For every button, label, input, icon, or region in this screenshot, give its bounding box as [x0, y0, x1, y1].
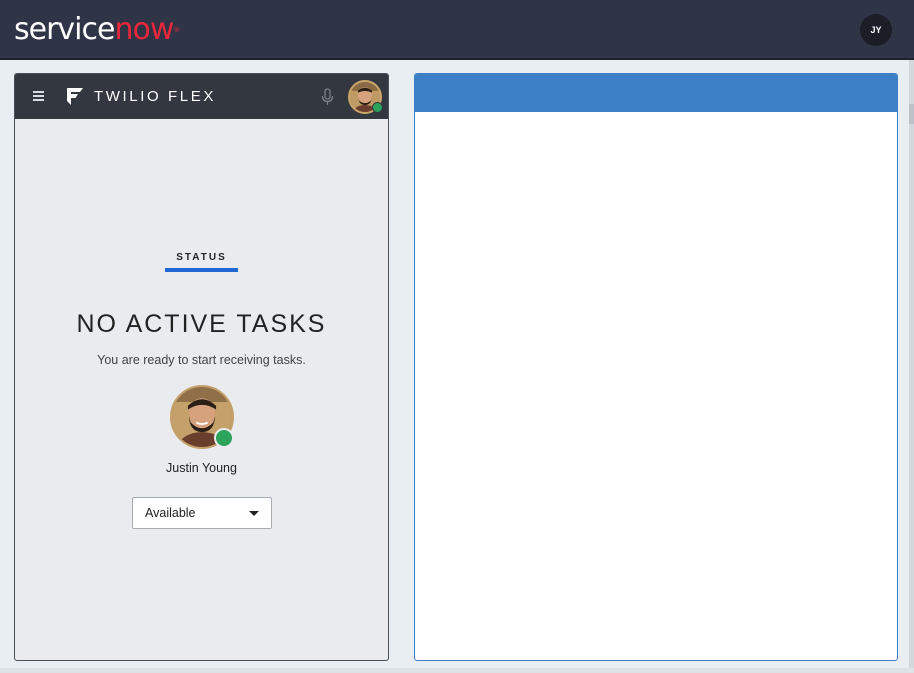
- twilio-logo-icon: [67, 88, 83, 105]
- crm-panel-header: [415, 74, 897, 112]
- hamburger-icon[interactable]: [33, 91, 44, 101]
- window-scrollbar[interactable]: [909, 60, 914, 673]
- microphone-icon[interactable]: [321, 88, 334, 106]
- presence-indicator: [214, 428, 234, 448]
- flex-title: TWILIO FLEX: [94, 88, 216, 105]
- logo-main-text: service: [14, 12, 115, 47]
- presence-indicator-small: [372, 102, 383, 113]
- tab-status[interactable]: STATUS: [165, 252, 238, 263]
- window-bottom-edge: [0, 668, 914, 673]
- caret-down-icon: [249, 511, 259, 516]
- crm-panel: [414, 73, 898, 661]
- agent-name: Justin Young: [166, 461, 237, 475]
- user-avatar[interactable]: JY: [860, 14, 892, 46]
- scrollbar-thumb[interactable]: [909, 104, 914, 124]
- flex-top-bar: TWILIO FLEX: [15, 74, 388, 119]
- flex-panel: TWILIO FLEX STATUS NO ACTIVE TASKS You a…: [14, 73, 389, 661]
- logo-accent-text: now: [114, 12, 174, 47]
- servicenow-logo[interactable]: servicenow®: [14, 12, 180, 48]
- no-tasks-heading: NO ACTIVE TASKS: [76, 310, 327, 338]
- ready-message: You are ready to start receiving tasks.: [97, 353, 306, 367]
- activity-select[interactable]: Available: [132, 497, 272, 529]
- activity-selected-value: Available: [145, 506, 196, 520]
- tab-status-underline: [165, 268, 238, 272]
- servicenow-header: servicenow® JY: [0, 0, 914, 60]
- user-initials: JY: [870, 25, 882, 35]
- logo-registered-mark: ®: [173, 26, 181, 34]
